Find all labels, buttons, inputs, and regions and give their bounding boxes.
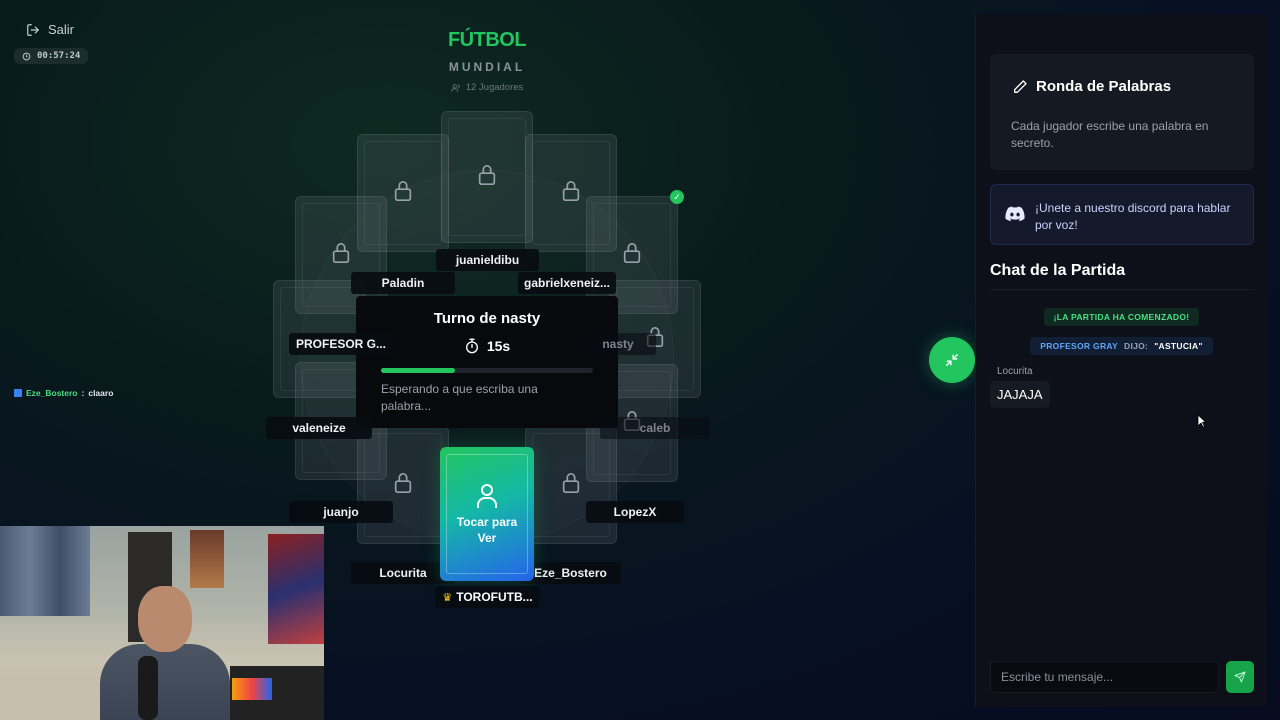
discord-invite[interactable]: ¡Unete a nuestro discord para hablar por…: [990, 184, 1254, 245]
clock-icon: [22, 52, 31, 60]
players-count: 12 Jugadores: [387, 82, 587, 93]
lock-icon: [621, 241, 643, 270]
elapsed-time: 00:57:24: [37, 51, 81, 61]
elapsed-time-chip: 00:57:24: [14, 48, 89, 64]
my-name-label: ♛ TOROFUTB...: [435, 586, 540, 608]
chat-input[interactable]: [990, 661, 1219, 693]
collapse-toggle-button[interactable]: [929, 337, 975, 383]
player-name: caleb: [600, 417, 710, 439]
game-title: FÚTBOL: [447, 29, 527, 51]
exit-label: Salir: [48, 22, 75, 37]
player-card-eze[interactable]: [525, 426, 617, 544]
exit-button[interactable]: Salir: [26, 22, 74, 37]
player-card-locurita[interactable]: [357, 426, 449, 544]
webcam-feed: [0, 526, 324, 720]
player-name: valeneize: [266, 417, 372, 439]
round-title: Ronda de Palabras: [1036, 78, 1172, 95]
player-card-juanieldibu[interactable]: [441, 111, 533, 243]
player-name: nasty: [580, 333, 656, 355]
word-said-message: PROFESOR GRAY DIJO: "ASTUCIA": [976, 336, 1267, 355]
mouse-cursor-icon: [1197, 414, 1207, 428]
player-name: Paladin: [351, 272, 455, 294]
lock-icon: [476, 163, 498, 192]
player-name: LopezX: [586, 501, 684, 523]
turn-progress: [381, 368, 593, 373]
lock-icon: [560, 179, 582, 208]
lock-icon: [560, 471, 582, 500]
chat-message-author: Locurita: [997, 366, 1033, 377]
send-icon: [1234, 671, 1246, 683]
discord-icon: [1005, 206, 1025, 222]
lock-icon: [392, 179, 414, 208]
player-card-paladin[interactable]: [357, 134, 449, 252]
stopwatch-icon: [465, 338, 478, 354]
system-message: ¡LA PARTIDA HA COMENZADO!: [976, 307, 1267, 326]
crown-icon: ♛: [442, 591, 453, 604]
lock-icon: [392, 471, 414, 500]
turn-timer: 15s: [356, 338, 618, 354]
my-card[interactable]: Tocar para Ver: [440, 447, 534, 581]
discord-text: ¡Unete a nuestro discord para hablar por…: [1035, 201, 1231, 232]
stream-chat-line: Eze_Bostero : claaro: [14, 388, 113, 398]
player-name: gabrielxeneiz...: [518, 272, 616, 294]
game-subtitle: MUNDIAL: [448, 60, 526, 74]
chat-message-bubble: JAJAJA: [990, 381, 1050, 408]
send-button[interactable]: [1226, 661, 1254, 693]
turn-title: Turno de nasty: [433, 310, 541, 327]
round-description: Cada jugador escribe una palabra en secr…: [1011, 119, 1209, 150]
chat-platform-icon: [14, 389, 22, 397]
turn-status: Esperando a que escriba una palabra...: [381, 382, 538, 413]
pencil-icon: [1014, 79, 1027, 93]
logout-icon: [27, 23, 40, 36]
turn-progress-fill: [381, 368, 456, 373]
ready-check-icon: ✓: [670, 190, 684, 204]
user-icon: [477, 484, 497, 508]
player-name: juanieldibu: [436, 249, 539, 271]
player-name: Eze_Bostero: [520, 562, 621, 584]
lock-icon: [330, 241, 352, 270]
reveal-label: Tocar para Ver: [456, 515, 518, 545]
player-card-gabriel-front[interactable]: [525, 134, 617, 252]
chat-title: Chat de la Partida: [990, 262, 1126, 279]
round-info-card: Ronda de Palabras Cada jugador escribe u…: [990, 54, 1254, 170]
users-icon: [451, 83, 460, 92]
player-name: PROFESOR G...: [289, 333, 393, 355]
turn-panel: Turno de nasty 15s Esperando a que escri…: [356, 296, 618, 428]
collapse-arrows-icon: [946, 354, 958, 366]
divider: [990, 289, 1254, 290]
sidebar: Ronda de Palabras Cada jugador escribe u…: [975, 14, 1267, 707]
player-name: juanjo: [289, 501, 393, 523]
